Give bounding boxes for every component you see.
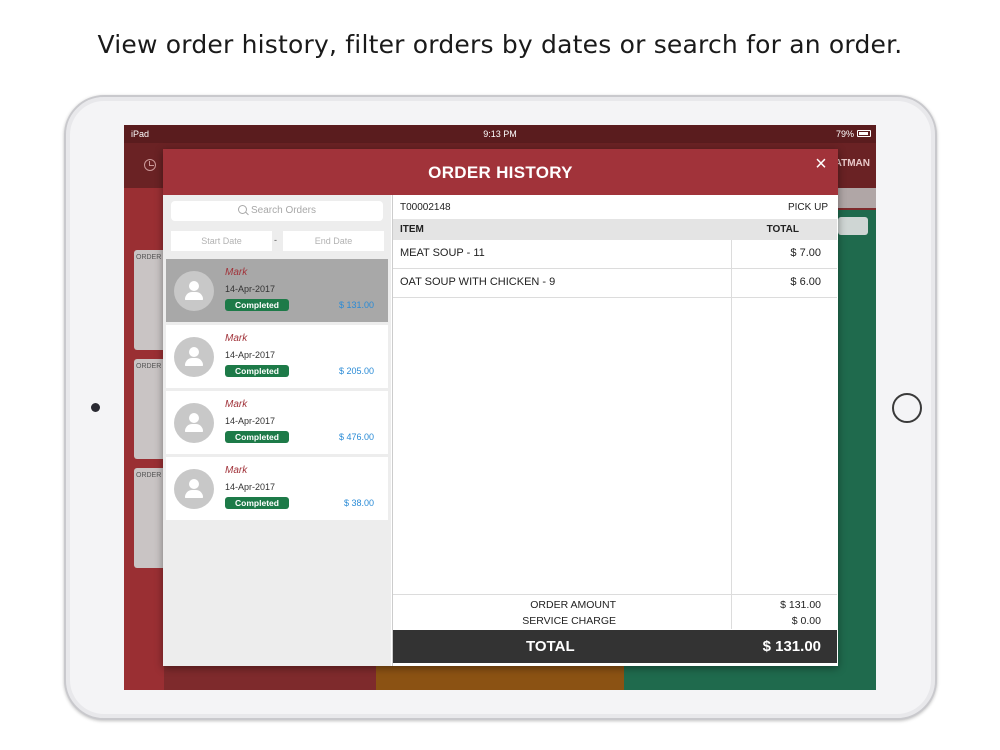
start-date-field[interactable]: Start Date [171, 231, 272, 251]
header-user-name: ATMAN [834, 158, 870, 169]
summary-divider [393, 594, 837, 595]
avatar [174, 271, 214, 311]
item-table-header: ITEM TOTAL [393, 219, 837, 240]
order-date: 14-Apr-2017 [225, 284, 276, 294]
order-list-item[interactable]: Mark 14-Apr-2017 Completed $ 131.00 [166, 259, 388, 322]
total-label: TOTAL [526, 638, 575, 655]
item-price: $ 7.00 [790, 247, 821, 259]
background-order-card: ORDER [134, 359, 166, 459]
total-value: $ 131.00 [762, 638, 821, 655]
background-bottom-tab-green [624, 665, 876, 690]
status-badge: Completed [225, 365, 289, 377]
battery-icon [857, 130, 871, 137]
clock-icon[interactable] [144, 159, 156, 171]
order-list-item[interactable]: Mark 14-Apr-2017 Completed $ 205.00 [166, 325, 388, 388]
order-detail-pane: T00002148 PICK UP ITEM TOTAL MEAT SOUP -… [392, 195, 837, 666]
order-amount: $ 38.00 [343, 498, 374, 508]
background-order-card: ORDER [134, 250, 166, 350]
search-icon [237, 205, 247, 214]
background-right-button [838, 217, 868, 235]
status-badge: Completed [225, 431, 289, 443]
total-bar: TOTAL $ 131.00 [393, 630, 837, 663]
search-placeholder: Search Orders [250, 205, 317, 216]
order-amount: $ 131.00 [338, 300, 374, 310]
modal-title: ORDER HISTORY [428, 163, 573, 182]
end-date-field[interactable]: End Date [283, 231, 384, 251]
order-list-item[interactable]: Mark 14-Apr-2017 Completed $ 476.00 [166, 391, 388, 454]
background-order-card: ORDER [134, 468, 166, 568]
order-date: 14-Apr-2017 [225, 350, 276, 360]
table-row: OAT SOUP WITH CHICKEN - 9 $ 6.00 [393, 269, 837, 298]
order-number: T00002148 [400, 202, 451, 213]
order-list-pane: Search Orders Start Date - End Date Mark… [163, 195, 391, 666]
order-customer-name: Mark [225, 465, 248, 476]
order-amount: $ 205.00 [338, 366, 374, 376]
order-customer-name: Mark [225, 267, 248, 278]
background-right-panel [836, 210, 876, 690]
item-price: $ 6.00 [790, 276, 821, 288]
order-type: PICK UP [787, 202, 828, 213]
status-battery-percent: 79% [835, 129, 854, 139]
order-customer-name: Mark [225, 333, 248, 344]
close-icon[interactable]: × [812, 154, 830, 174]
avatar [174, 469, 214, 509]
order-amount: $ 476.00 [338, 432, 374, 442]
status-time: 9:13 PM [483, 129, 517, 139]
order-date: 14-Apr-2017 [225, 482, 276, 492]
avatar [174, 337, 214, 377]
order-customer-name: Mark [225, 399, 248, 410]
order-history-modal: ORDER HISTORY × Search Orders Start Date… [163, 149, 838, 666]
avatar [174, 403, 214, 443]
camera-icon [91, 403, 100, 412]
column-divider [731, 240, 732, 629]
status-badge: Completed [225, 299, 289, 311]
app-screen: iPad 9:13 PM 79% ATMAN ORDER ORDER ORDER… [124, 125, 876, 690]
order-date: 14-Apr-2017 [225, 416, 276, 426]
order-amount-label: ORDER AMOUNT [530, 599, 616, 611]
order-list-item[interactable]: Mark 14-Apr-2017 Completed $ 38.00 [166, 457, 388, 520]
search-input[interactable]: Search Orders [171, 201, 383, 221]
service-charge-label: SERVICE CHARGE [522, 615, 616, 627]
background-bottom-tab-orange [376, 665, 624, 690]
table-row: MEAT SOUP - 11 $ 7.00 [393, 240, 837, 269]
page-caption: View order history, filter orders by dat… [97, 30, 903, 59]
service-charge-value: $ 0.00 [791, 615, 821, 627]
home-button[interactable] [892, 393, 922, 423]
order-amount-value: $ 131.00 [780, 599, 821, 611]
column-header-total: TOTAL [766, 224, 799, 235]
item-name: MEAT SOUP - 11 [400, 247, 485, 259]
modal-header: ORDER HISTORY × [163, 149, 838, 195]
item-name: OAT SOUP WITH CHICKEN - 9 [400, 276, 556, 288]
date-separator: - [274, 235, 277, 245]
status-bar: iPad 9:13 PM 79% [124, 125, 876, 143]
column-header-item: ITEM [400, 224, 424, 235]
status-badge: Completed [225, 497, 289, 509]
